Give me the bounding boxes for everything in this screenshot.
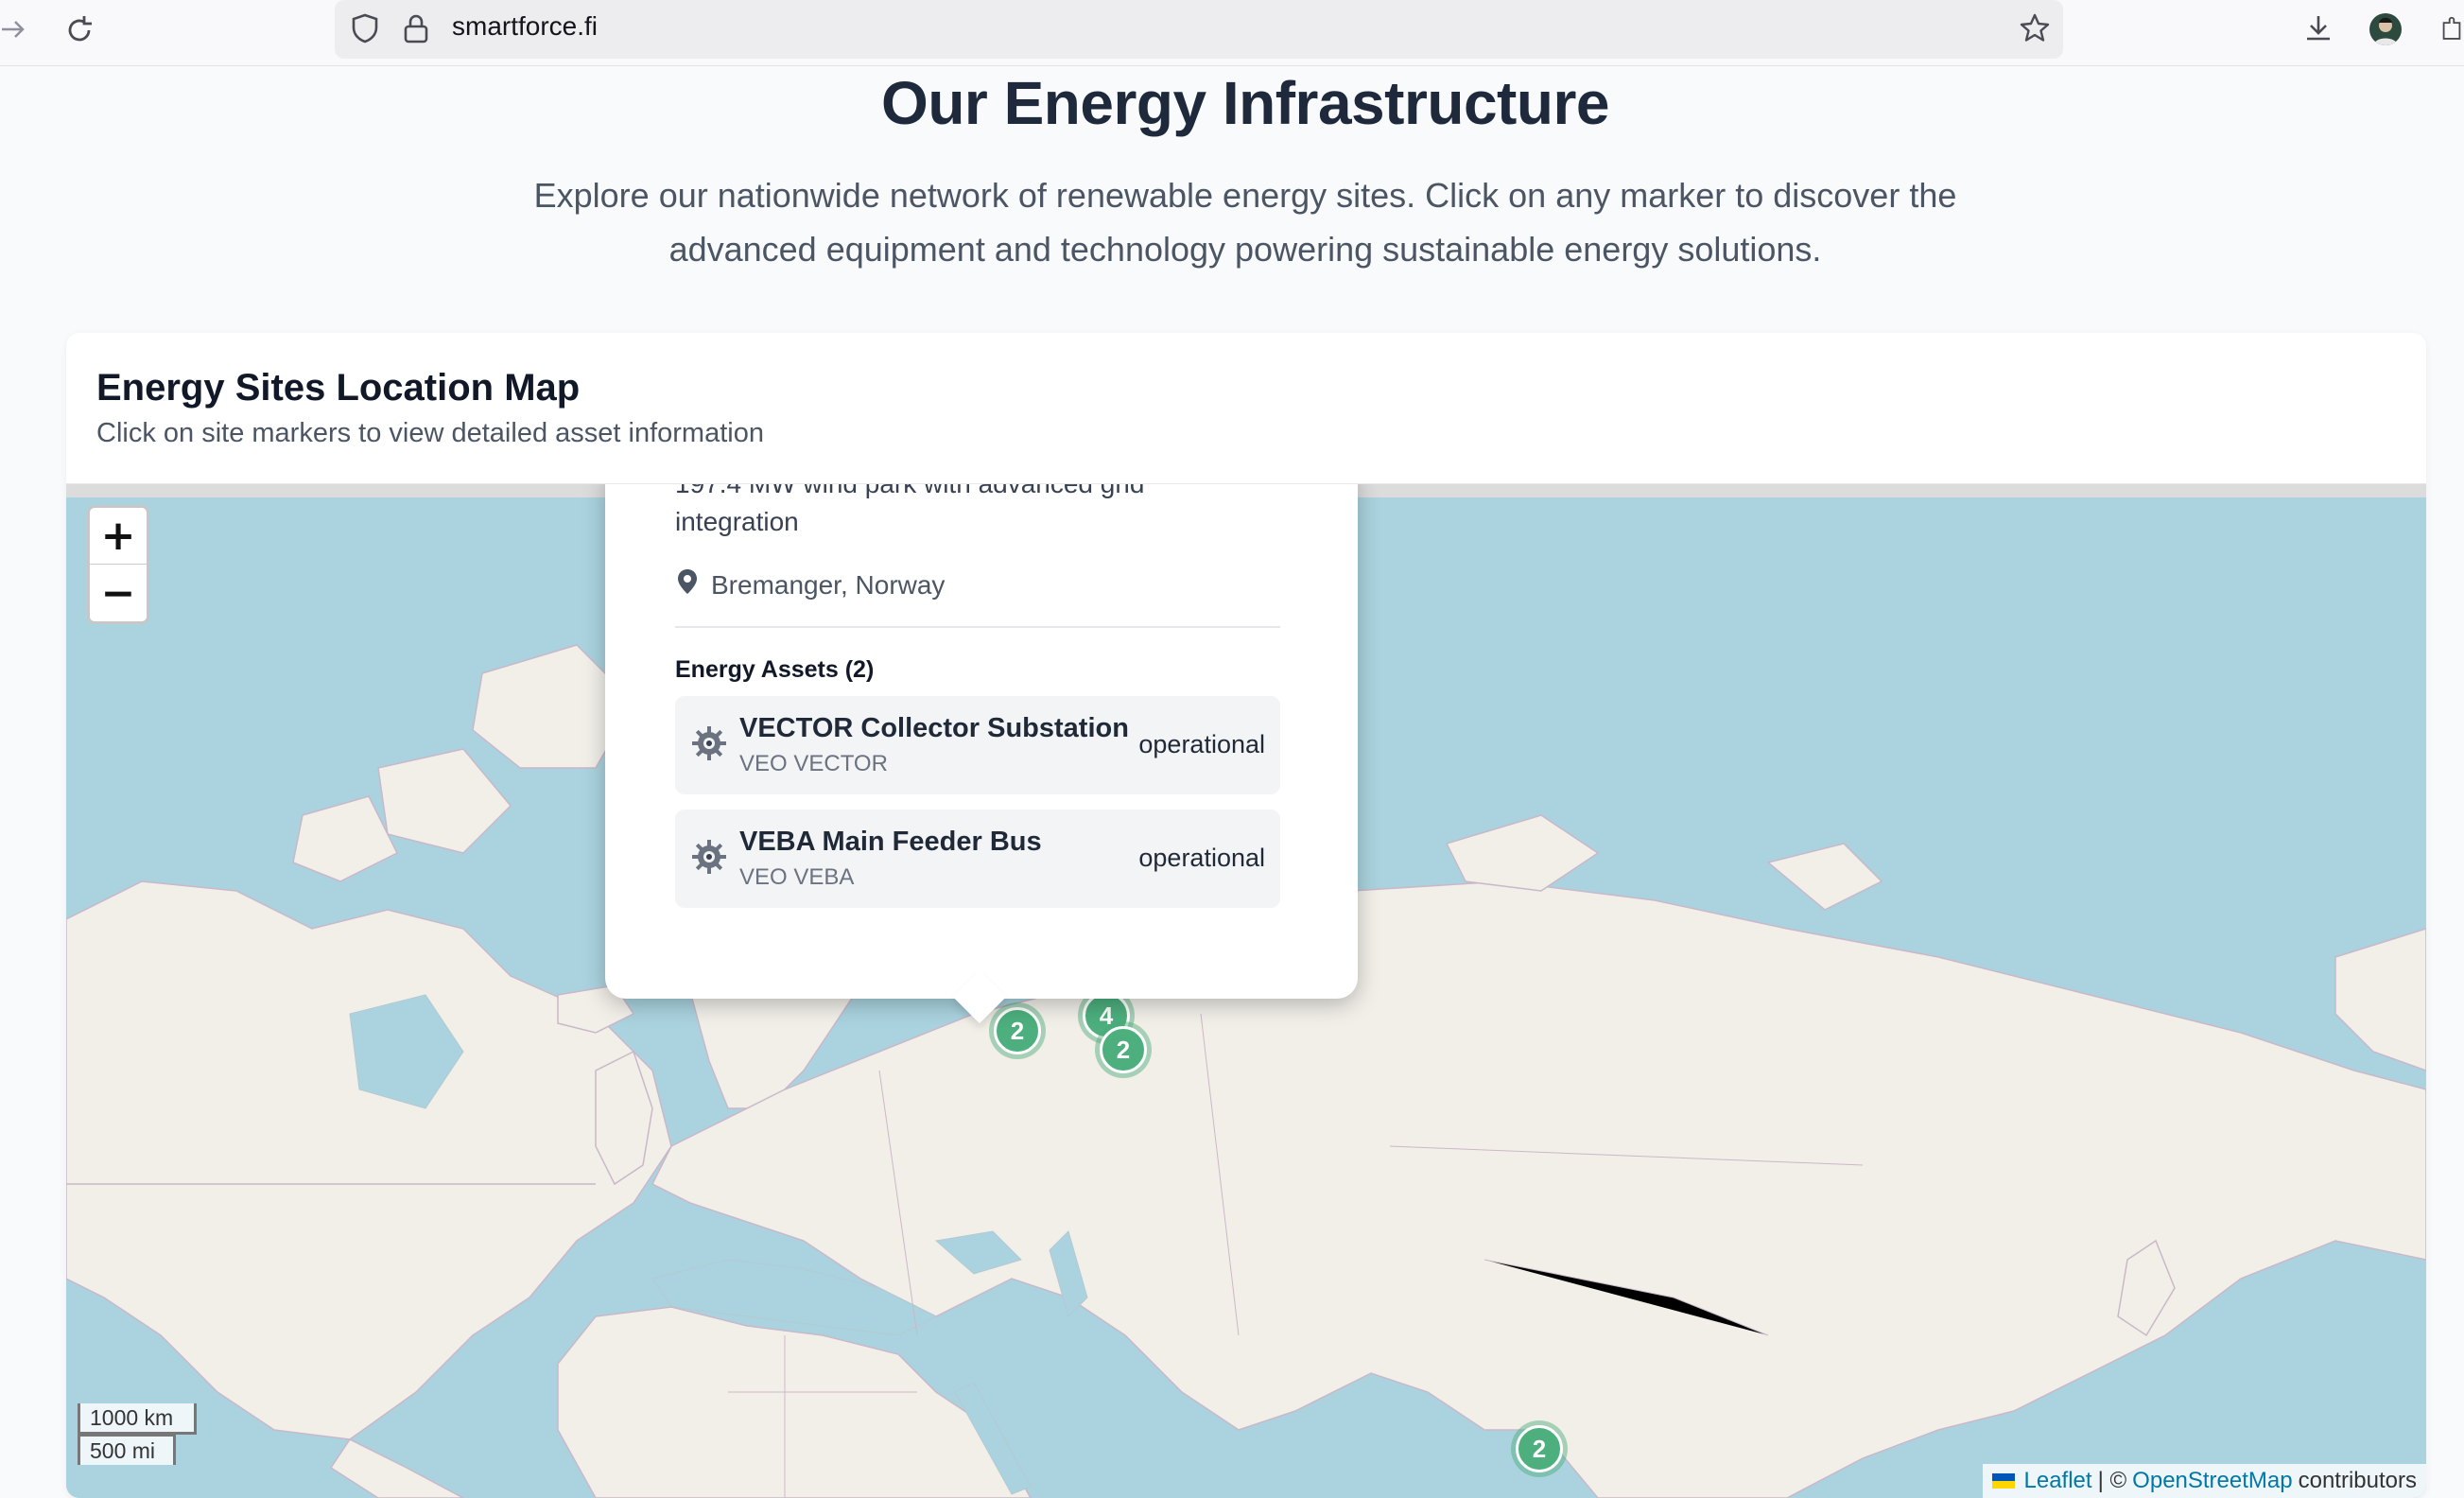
openstreetmap-link[interactable]: OpenStreetMap xyxy=(2132,1468,2292,1494)
map-card: Energy Sites Location Map Click on site … xyxy=(66,333,2426,1498)
lock-icon[interactable] xyxy=(401,11,431,45)
zoom-control: + − xyxy=(87,505,149,624)
page-subtitle-line-2: advanced equipment and technology poweri… xyxy=(668,230,1822,269)
location-pin-icon xyxy=(675,567,700,602)
download-icon[interactable] xyxy=(2301,11,2335,45)
gear-icon xyxy=(690,838,728,876)
reload-icon[interactable] xyxy=(62,13,96,47)
ukraine-flag-icon xyxy=(1991,1473,2015,1489)
zoom-in-button[interactable]: + xyxy=(90,508,147,565)
map-card-title: Energy Sites Location Map xyxy=(96,367,581,409)
site-cluster-marker[interactable]: 2 xyxy=(1511,1420,1568,1477)
asset-item[interactable]: VECTOR Collector Substation VEO VECTOR o… xyxy=(675,696,1280,794)
extensions-icon[interactable] xyxy=(2439,13,2464,45)
asset-code: VEO VECTOR xyxy=(739,751,888,776)
site-cluster-marker[interactable]: 2 xyxy=(989,1002,1046,1059)
asset-item[interactable]: VEBA Main Feeder Bus VEO VEBA operationa… xyxy=(675,810,1280,908)
map-attribution: Leaflet | © OpenStreetMap contributors xyxy=(1982,1464,2426,1498)
energy-sites-map[interactable]: + − 2 4 2 2 197.4 MW wind park with adva… xyxy=(66,484,2426,1498)
site-location-text: Bremanger, Norway xyxy=(711,569,946,600)
attribution-contributors: contributors xyxy=(2298,1468,2417,1493)
page-title: Our Energy Infrastructure xyxy=(881,69,1609,137)
asset-status: operational xyxy=(1138,844,1265,872)
scale-km: 1000 km xyxy=(78,1403,197,1435)
shield-icon[interactable] xyxy=(348,11,382,45)
leaflet-link[interactable]: Leaflet xyxy=(2024,1468,2092,1494)
bookmark-star-icon[interactable] xyxy=(2018,11,2052,45)
attribution-separator: | © xyxy=(2097,1468,2127,1493)
asset-status: operational xyxy=(1138,730,1265,758)
zoom-out-button[interactable]: − xyxy=(90,565,147,621)
cluster-count: 2 xyxy=(1100,1026,1147,1073)
site-description: 197.4 MW wind park with advanced grid in… xyxy=(675,484,1280,541)
profile-avatar[interactable] xyxy=(2369,13,2402,45)
popup-divider xyxy=(675,626,1280,628)
map-card-subtitle: Click on site markers to view detailed a… xyxy=(96,418,764,448)
cluster-count: 2 xyxy=(1516,1425,1563,1472)
cluster-count: 2 xyxy=(994,1007,1041,1054)
url-text[interactable]: smartforce.fi xyxy=(452,11,598,42)
gear-icon xyxy=(690,724,728,762)
page-subtitle-line-1: Explore our nationwide network of renewa… xyxy=(533,176,1957,215)
forward-icon[interactable] xyxy=(0,15,28,44)
scale-mi: 500 mi xyxy=(78,1434,176,1465)
browser-toolbar: smartforce.fi xyxy=(0,0,2464,66)
site-cluster-marker[interactable]: 2 xyxy=(1095,1021,1152,1078)
site-description-line-2: integration xyxy=(675,507,799,536)
asset-name: VEBA Main Feeder Bus xyxy=(739,827,1042,857)
page-subtitle: Explore our nationwide network of renewa… xyxy=(492,168,1999,276)
asset-code: VEO VEBA xyxy=(739,864,855,890)
site-description-line-1: 197.4 MW wind park with advanced grid xyxy=(675,484,1280,503)
asset-name: VECTOR Collector Substation xyxy=(739,713,1129,743)
map-card-header: Energy Sites Location Map Click on site … xyxy=(66,333,2426,484)
site-location: Bremanger, Norway xyxy=(675,567,945,602)
site-popup: 197.4 MW wind park with advanced grid in… xyxy=(605,484,1358,1024)
energy-assets-title: Energy Assets (2) xyxy=(675,656,875,683)
